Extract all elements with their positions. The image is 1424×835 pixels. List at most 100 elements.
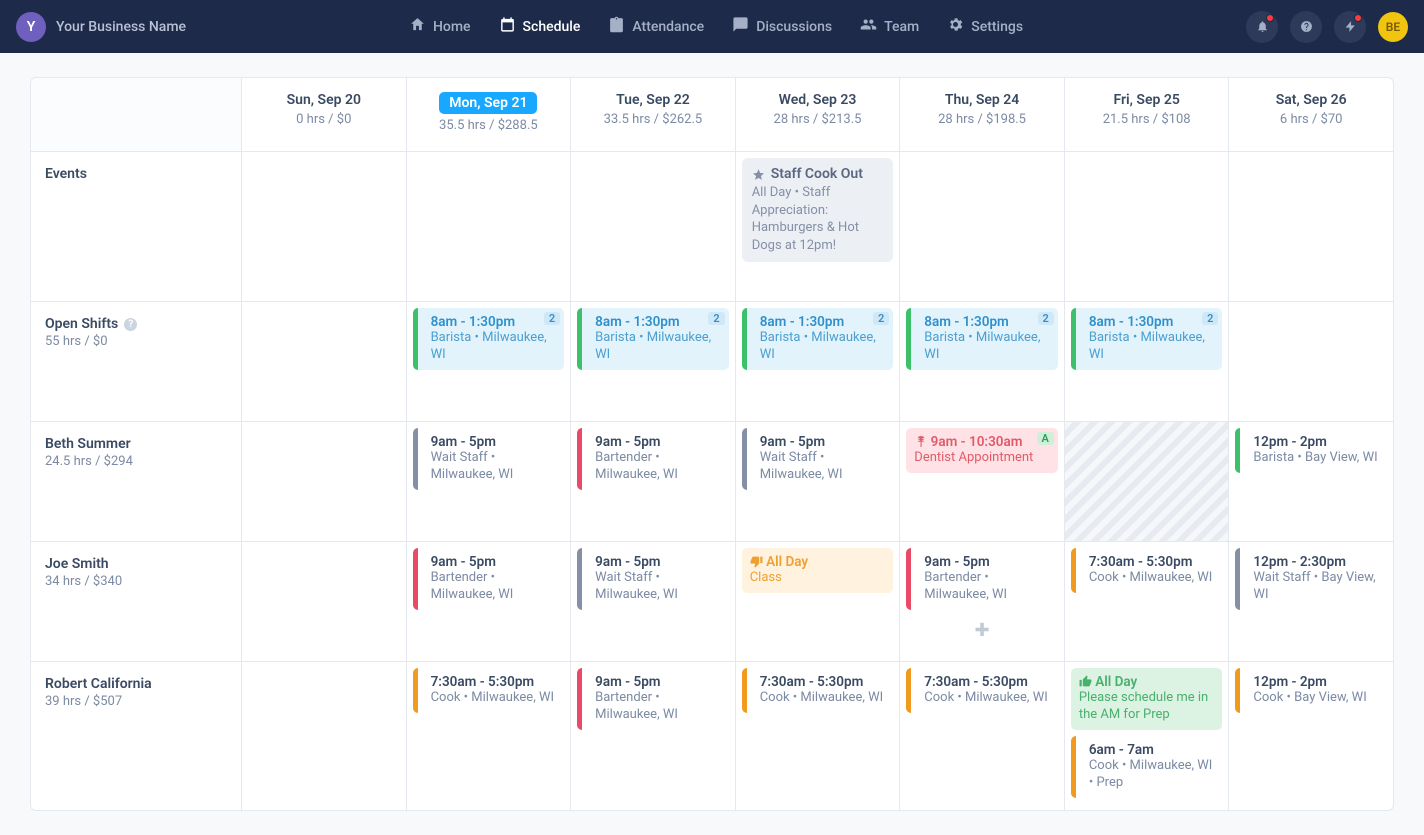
nav-home[interactable]: Home — [409, 16, 471, 37]
shift-card[interactable]: 9am - 5pmBartender • Milwaukee, WI — [577, 428, 729, 490]
shift-card[interactable]: 7:30am - 5:30pmCook • Milwaukee, WI — [1071, 548, 1223, 593]
cell[interactable]: 12pm - 2:30pmWait Staff • Bay View, WI — [1228, 542, 1393, 661]
row-openshifts-header: Open Shifts? 55 hrs / $0 — [31, 302, 241, 421]
openshift-card[interactable]: 28am - 1:30pmBarista • Milwaukee, WI — [906, 308, 1058, 370]
preference-card[interactable]: All DayPlease schedule me in the AM for … — [1071, 668, 1223, 730]
shift-card[interactable]: 9am - 5pmWait Staff • Milwaukee, WI — [413, 428, 565, 490]
cell[interactable]: 28am - 1:30pmBarista • Milwaukee, WI — [899, 302, 1064, 421]
shift-detail: Cook • Milwaukee, WI — [1089, 570, 1215, 587]
cell[interactable]: 7:30am - 5:30pmCook • Milwaukee, WI — [735, 662, 900, 810]
openshift-card[interactable]: 28am - 1:30pmBarista • Milwaukee, WI — [1071, 308, 1223, 370]
user-avatar[interactable]: BE — [1378, 12, 1408, 42]
cell-unavailable[interactable] — [1064, 422, 1229, 541]
shift-time: 9am - 5pm — [924, 554, 1050, 570]
row-robert: Robert California 39 hrs / $507 7:30am -… — [31, 662, 1393, 810]
cell[interactable]: 7:30am - 5:30pmCook • Milwaukee, WI — [899, 662, 1064, 810]
brand-name: Your Business Name — [56, 19, 186, 35]
row-title: Open Shifts? — [45, 316, 227, 332]
shift-card[interactable]: 7:30am - 5:30pmCook • Milwaukee, WI — [906, 668, 1058, 713]
shift-time: 8am - 1:30pm — [431, 314, 557, 330]
cell[interactable]: 12pm - 2pmCook • Bay View, WI — [1228, 662, 1393, 810]
nav-settings[interactable]: Settings — [947, 16, 1023, 37]
shift-card[interactable]: 12pm - 2:30pmWait Staff • Bay View, WI — [1235, 548, 1387, 610]
cell[interactable] — [1228, 302, 1393, 421]
cell[interactable]: All DayClass — [735, 542, 900, 661]
day-header[interactable]: Tue, Sep 2233.5 hrs / $262.5 — [570, 78, 735, 151]
cell[interactable] — [241, 152, 406, 301]
cell[interactable]: 9am - 5pmWait Staff • Milwaukee, WI — [570, 542, 735, 661]
cell[interactable]: 9am - 5pmBartender • Milwaukee, WI ✚ — [899, 542, 1064, 661]
add-shift-button[interactable]: ✚ — [906, 616, 1058, 645]
unavailable-card[interactable]: All DayClass — [742, 548, 894, 593]
shift-card[interactable]: 9am - 5pmWait Staff • Milwaukee, WI — [742, 428, 894, 490]
shift-card[interactable]: 9am - 5pmBartender • Milwaukee, WI — [906, 548, 1058, 610]
day-header[interactable]: Thu, Sep 2428 hrs / $198.5 — [899, 78, 1064, 151]
shift-card[interactable]: 12pm - 2pmBarista • Bay View, WI — [1235, 428, 1387, 473]
shift-card[interactable]: 12pm - 2pmCook • Bay View, WI — [1235, 668, 1387, 713]
absence-card[interactable]: A 9am - 10:30amDentist Appointment — [906, 428, 1058, 473]
shift-card[interactable]: 6am - 7amCook • Milwaukee, WI • Prep — [1071, 736, 1223, 798]
cell[interactable] — [570, 152, 735, 301]
cell[interactable] — [241, 662, 406, 810]
nav-team[interactable]: Team — [860, 16, 919, 37]
cell[interactable]: 7:30am - 5:30pmCook • Milwaukee, WI — [406, 662, 571, 810]
brand[interactable]: Y Your Business Name — [16, 12, 186, 42]
openshift-card[interactable]: 28am - 1:30pmBarista • Milwaukee, WI — [577, 308, 729, 370]
shift-card[interactable]: 9am - 5pmBartender • Milwaukee, WI — [577, 668, 729, 730]
cell[interactable]: 9am - 5pmBartender • Milwaukee, WI — [570, 422, 735, 541]
cell[interactable] — [241, 422, 406, 541]
day-header[interactable]: Wed, Sep 2328 hrs / $213.5 — [735, 78, 900, 151]
day-header[interactable]: Sat, Sep 266 hrs / $70 — [1228, 78, 1393, 151]
row-open-shifts: Open Shifts? 55 hrs / $0 28am - 1:30pmBa… — [31, 302, 1393, 422]
shift-time: 7:30am - 5:30pm — [1089, 554, 1215, 570]
shift-card[interactable]: 9am - 5pmBartender • Milwaukee, WI — [413, 548, 565, 610]
event-card[interactable]: Staff Cook Out All Day • Staff Appreciat… — [742, 158, 894, 262]
row-employee-header[interactable]: Beth Summer 24.5 hrs / $294 — [31, 422, 241, 541]
openshift-card[interactable]: 28am - 1:30pmBarista • Milwaukee, WI — [742, 308, 894, 370]
cell[interactable] — [241, 302, 406, 421]
cell[interactable]: A 9am - 10:30amDentist Appointment — [899, 422, 1064, 541]
cell[interactable]: 9am - 5pmWait Staff • Milwaukee, WI — [735, 422, 900, 541]
shift-card[interactable]: 9am - 5pmWait Staff • Milwaukee, WI — [577, 548, 729, 610]
shift-card[interactable]: 7:30am - 5:30pmCook • Milwaukee, WI — [413, 668, 565, 713]
stripe — [906, 308, 911, 370]
cell[interactable]: 28am - 1:30pmBarista • Milwaukee, WI — [570, 302, 735, 421]
nav-discussions[interactable]: Discussions — [732, 16, 832, 37]
day-label: Sat, Sep 26 — [1239, 92, 1383, 108]
cell[interactable] — [899, 152, 1064, 301]
cell[interactable]: 12pm - 2pmBarista • Bay View, WI — [1228, 422, 1393, 541]
cell[interactable]: 9am - 5pmBartender • Milwaukee, WI — [406, 542, 571, 661]
cell[interactable] — [1228, 152, 1393, 301]
employee-stats: 34 hrs / $340 — [45, 574, 227, 589]
cell[interactable] — [1064, 152, 1229, 301]
row-employee-header[interactable]: Joe Smith 34 hrs / $340 — [31, 542, 241, 661]
cell[interactable]: 28am - 1:30pmBarista • Milwaukee, WI — [406, 302, 571, 421]
row-employee-header[interactable]: Robert California 39 hrs / $507 — [31, 662, 241, 810]
cell[interactable]: 28am - 1:30pmBarista • Milwaukee, WI — [1064, 302, 1229, 421]
nav-attendance[interactable]: Attendance — [608, 16, 704, 37]
nav-schedule[interactable]: Schedule — [499, 16, 581, 37]
notifications-button[interactable] — [1246, 11, 1278, 43]
event-detail: All Day • Staff Appreciation: Hamburgers… — [752, 184, 884, 254]
chat-icon — [732, 16, 749, 37]
absence-time: 9am - 10:30am — [914, 434, 1050, 450]
openshift-card[interactable]: 28am - 1:30pmBarista • Milwaukee, WI — [413, 308, 565, 370]
cell[interactable]: 7:30am - 5:30pmCook • Milwaukee, WI — [1064, 542, 1229, 661]
day-header[interactable]: Fri, Sep 2521.5 hrs / $108 — [1064, 78, 1229, 151]
shift-detail: Cook • Bay View, WI — [1253, 690, 1379, 707]
cell[interactable]: All DayPlease schedule me in the AM for … — [1064, 662, 1229, 810]
employee-name: Beth Summer — [45, 436, 227, 452]
cell[interactable]: 9am - 5pmBartender • Milwaukee, WI — [570, 662, 735, 810]
help-icon[interactable]: ? — [124, 318, 137, 331]
cell[interactable]: Staff Cook Out All Day • Staff Appreciat… — [735, 152, 900, 301]
cell[interactable] — [406, 152, 571, 301]
day-header[interactable]: Mon, Sep 2135.5 hrs / $288.5 — [406, 78, 571, 151]
cell[interactable]: 28am - 1:30pmBarista • Milwaukee, WI — [735, 302, 900, 421]
shift-card[interactable]: 7:30am - 5:30pmCook • Milwaukee, WI — [742, 668, 894, 713]
day-header[interactable]: Sun, Sep 200 hrs / $0 — [241, 78, 406, 151]
activity-button[interactable] — [1334, 11, 1366, 43]
cell[interactable] — [241, 542, 406, 661]
help-button[interactable] — [1290, 11, 1322, 43]
cell[interactable]: 9am - 5pmWait Staff • Milwaukee, WI — [406, 422, 571, 541]
notification-dot — [1266, 14, 1274, 22]
